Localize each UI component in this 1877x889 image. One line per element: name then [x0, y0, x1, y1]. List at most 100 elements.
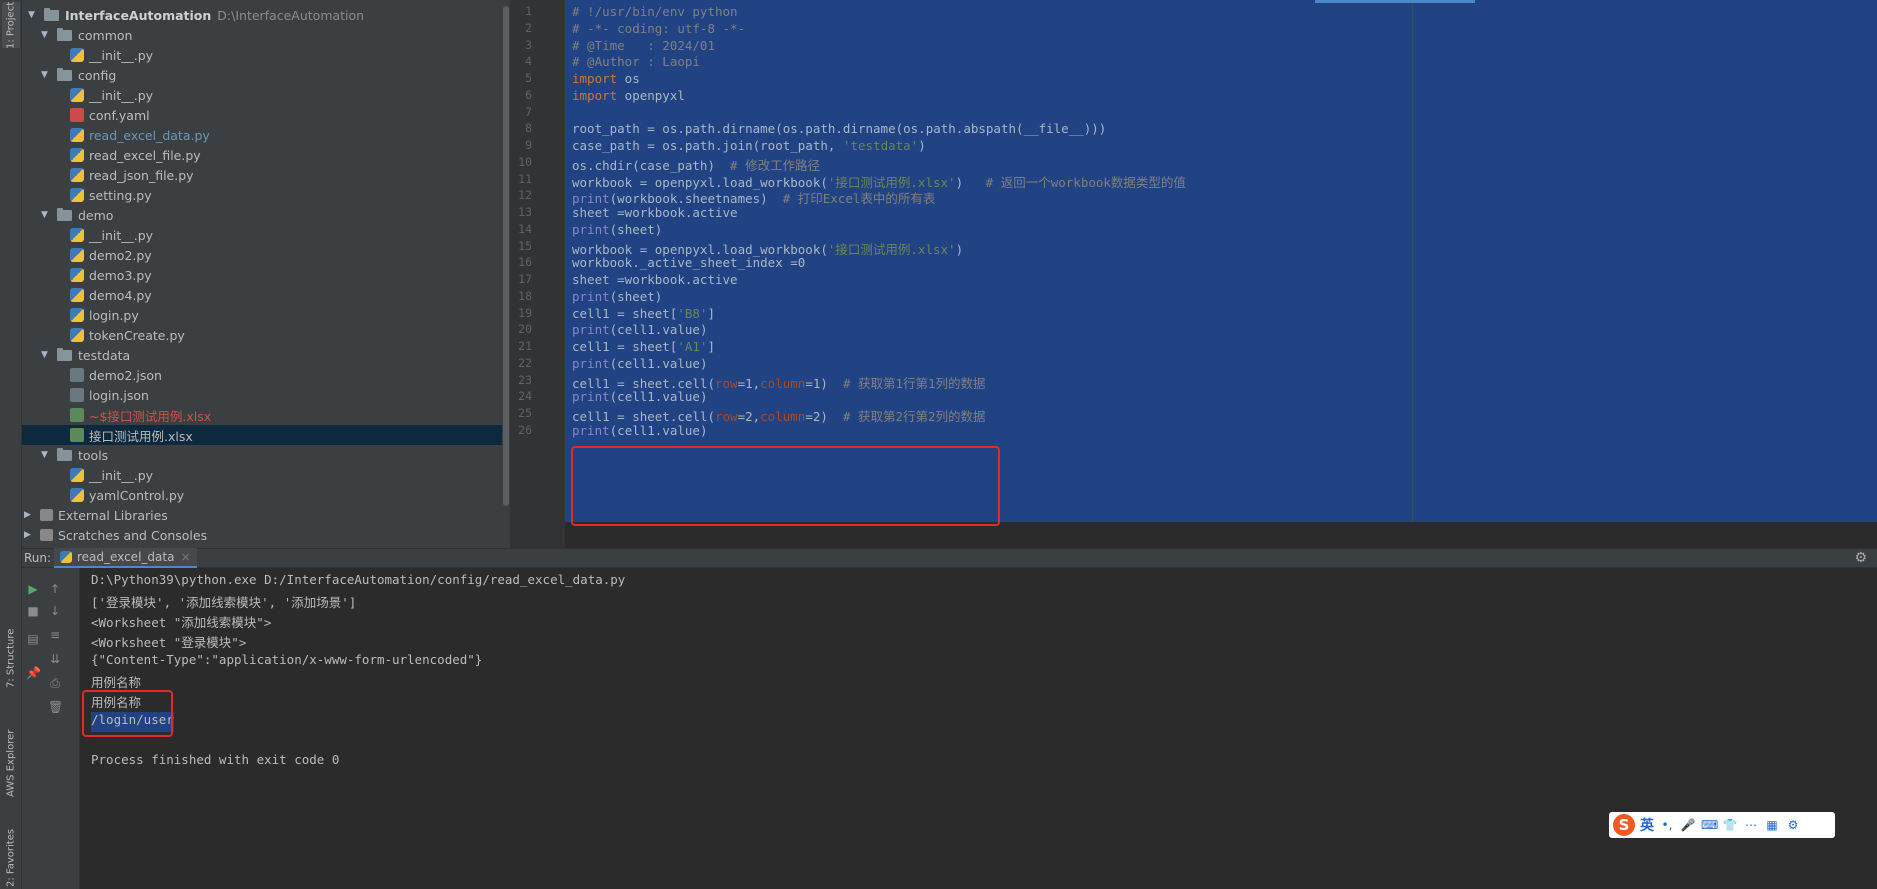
tree-folder[interactable]: ▼ testdata — [22, 345, 510, 365]
tab-project[interactable]: 1: Project — [2, 1, 20, 49]
scroll-to-end-icon[interactable]: ⇊ — [48, 652, 62, 666]
gear-icon[interactable]: ⚙ — [1854, 550, 1867, 566]
tree-item-label: Scratches and Consoles — [58, 527, 208, 543]
up-arrow-icon[interactable]: ↑ — [48, 582, 62, 596]
tree-item-label: __init__.py — [89, 87, 154, 103]
tree-file[interactable]: 接口测试用例.xlsx — [22, 425, 510, 445]
chevron-right-icon[interactable]: ▶ — [24, 530, 34, 540]
stop-icon[interactable]: ■ — [26, 604, 40, 618]
sogou-logo-icon[interactable]: S — [1613, 814, 1635, 836]
keyboard-icon[interactable]: ⌨ — [1701, 818, 1718, 832]
tree-file[interactable]: conf.yaml — [22, 105, 510, 125]
console-output[interactable]: D:\Python39\python.exe D:/InterfaceAutom… — [80, 568, 1877, 889]
line-number: 16 — [518, 255, 532, 270]
tab-aws-explorer[interactable]: AWS Explorer — [2, 718, 20, 808]
down-arrow-icon[interactable]: ↓ — [48, 604, 62, 618]
line-number: 19 — [518, 305, 532, 320]
console-line: D:\Python39\python.exe D:/InterfaceAutom… — [91, 572, 626, 587]
tree-file[interactable]: setting.py — [22, 185, 510, 205]
tree-file[interactable]: demo3.py — [22, 265, 510, 285]
chevron-down-icon[interactable]: ▼ — [41, 450, 51, 460]
library-icon — [40, 529, 53, 541]
tree-file[interactable]: login.py — [22, 305, 510, 325]
pin-icon[interactable]: 📌 — [26, 666, 41, 680]
more-icon[interactable]: ⋯ — [1743, 818, 1759, 832]
code-line[interactable]: print(cell1.value) — [572, 423, 707, 443]
project-root[interactable]: ▼ InterfaceAutomation D:\InterfaceAutoma… — [22, 5, 510, 25]
tree-folder[interactable]: ▼ demo — [22, 205, 510, 225]
py-file-icon — [70, 248, 84, 262]
tree-file[interactable]: demo4.py — [22, 285, 510, 305]
code-line[interactable]: import openpyxl — [572, 88, 685, 108]
tree-file[interactable]: read_excel_file.py — [22, 145, 510, 165]
tree-file[interactable]: demo2.json — [22, 365, 510, 385]
run-tab[interactable]: read_excel_data × — [54, 548, 197, 568]
python-file-icon — [60, 551, 72, 563]
print-icon[interactable]: ⎙ — [48, 676, 62, 690]
project-scrollbar[interactable] — [502, 0, 510, 548]
soft-wrap-icon[interactable]: ≡ — [48, 628, 62, 642]
tree-item-label: testdata — [78, 347, 131, 363]
chevron-down-icon[interactable]: ▼ — [41, 210, 51, 220]
line-number: 18 — [518, 288, 532, 303]
tree-file[interactable]: read_json_file.py — [22, 165, 510, 185]
tree-file[interactable]: yamlControl.py — [22, 485, 510, 505]
rerun-icon[interactable]: ▶ — [26, 582, 40, 596]
folder-icon — [44, 7, 59, 21]
microphone-icon[interactable]: 🎤 — [1680, 818, 1696, 832]
tree-folder[interactable]: ▼ tools — [22, 445, 510, 465]
tree-file[interactable]: __init__.py — [22, 45, 510, 65]
tree-file[interactable]: read_excel_data.py — [22, 125, 510, 145]
chevron-down-icon[interactable]: ▼ — [41, 350, 51, 360]
folder-icon — [57, 347, 72, 361]
py-file-icon — [70, 488, 84, 502]
trash-icon[interactable]: 🗑 — [48, 700, 63, 714]
console-line: <Worksheet "登录模块"> — [91, 635, 247, 650]
py-file-icon — [70, 328, 84, 342]
json-file-icon — [70, 388, 84, 402]
tree-file[interactable]: demo2.py — [22, 245, 510, 265]
ime-toolbar[interactable]: S 英 •, 🎤 ⌨ 👕 ⋯ ▦ ⚙ — [1609, 812, 1835, 838]
tree-file[interactable]: ▶ External Libraries — [22, 505, 510, 525]
tree-file[interactable]: login.json — [22, 385, 510, 405]
line-number: 13 — [518, 205, 532, 219]
chevron-down-icon[interactable]: ▼ — [28, 10, 38, 20]
tab-favorites[interactable]: 2: Favorites — [2, 828, 20, 888]
punctuation-icon[interactable]: •, — [1659, 818, 1675, 832]
skin-icon[interactable]: 👕 — [1722, 818, 1738, 832]
annotation-box-code — [571, 446, 1000, 526]
console-line: {"Content-Type":"application/x-www-form-… — [91, 652, 483, 667]
py-file-icon — [70, 48, 84, 62]
line-number: 21 — [518, 339, 532, 353]
tree-folder[interactable]: ▼ common — [22, 25, 510, 45]
settings-icon[interactable]: ⚙ — [1785, 818, 1801, 832]
tree-file[interactable]: tokenCreate.py — [22, 325, 510, 345]
ime-language[interactable]: 英 — [1640, 815, 1654, 835]
annotation-box-console — [82, 690, 173, 737]
tab-structure[interactable]: 7: Structure — [2, 618, 20, 698]
tree-file[interactable]: __init__.py — [22, 85, 510, 105]
py-file-icon — [70, 468, 84, 482]
line-number: 24 — [518, 389, 532, 404]
tree-item-label: External Libraries — [58, 507, 168, 523]
chevron-down-icon[interactable]: ▼ — [41, 30, 51, 40]
chevron-right-icon[interactable]: ▶ — [24, 510, 34, 520]
py-file-icon — [70, 288, 84, 302]
line-number: 3 — [525, 37, 532, 52]
close-icon[interactable]: × — [180, 550, 190, 564]
tree-item-label: __init__.py — [89, 227, 154, 243]
tree-file[interactable]: ~$接口测试用例.xlsx — [22, 405, 510, 425]
tree-file[interactable]: __init__.py — [22, 465, 510, 485]
layout-icon[interactable]: ▤ — [26, 632, 40, 646]
tree-item-label: ~$接口测试用例.xlsx — [89, 408, 212, 424]
line-number: 7 — [525, 104, 532, 119]
toolbox-icon[interactable]: ▦ — [1764, 818, 1780, 832]
tree-item-label: conf.yaml — [89, 107, 150, 123]
line-number: 4 — [525, 54, 532, 69]
tree-item-label: demo3.py — [89, 267, 152, 283]
tree-folder[interactable]: ▼ config — [22, 65, 510, 85]
chevron-down-icon[interactable]: ▼ — [41, 70, 51, 80]
tree-file[interactable]: ▶ Scratches and Consoles — [22, 525, 510, 545]
py-file-icon — [70, 228, 84, 242]
tree-file[interactable]: __init__.py — [22, 225, 510, 245]
